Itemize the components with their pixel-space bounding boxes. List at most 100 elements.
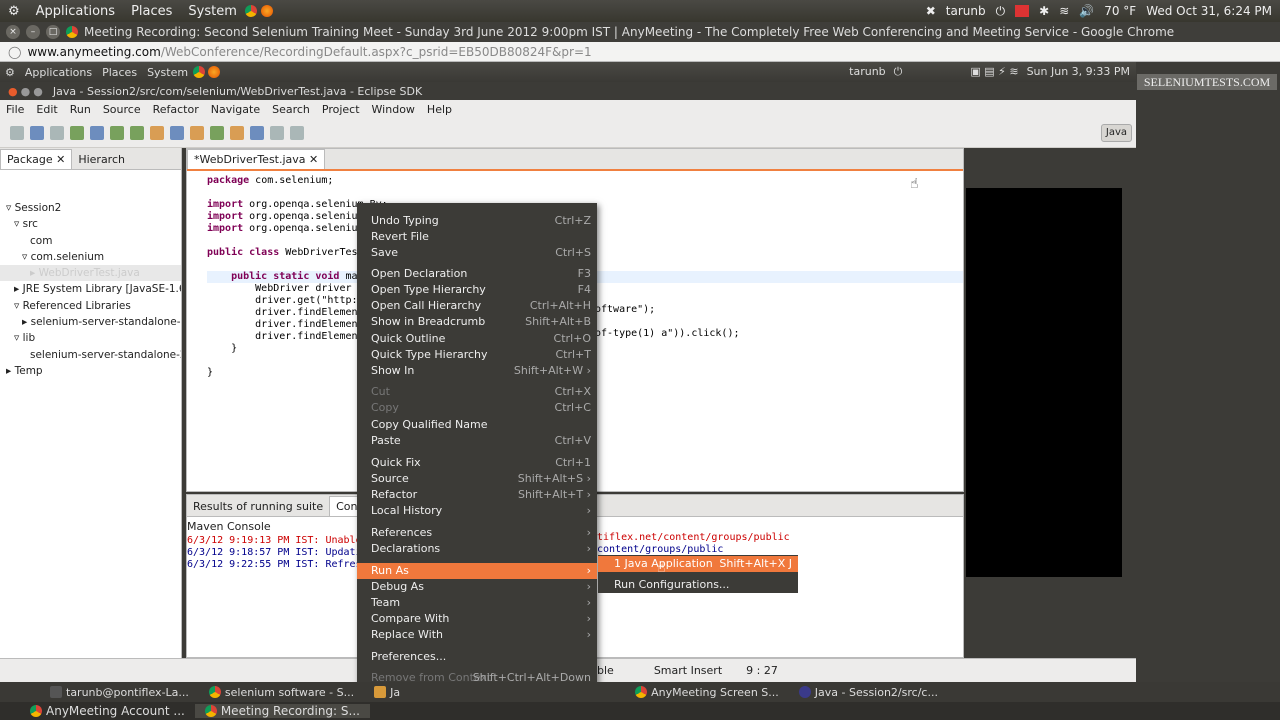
menu-system[interactable]: System: [180, 4, 244, 19]
task-label: selenium software - S...: [224, 685, 355, 699]
wifi-icon[interactable]: ≋: [1059, 4, 1069, 18]
menu-item-shortcut: ›: [586, 504, 591, 517]
menu-applications[interactable]: Applications: [28, 4, 123, 19]
hand-cursor-icon: ☝: [910, 176, 919, 192]
tree-item: selenium-server-standalone-2: [0, 347, 181, 363]
console-line-right: tiflex.net/content/groups/public: [597, 532, 790, 543]
code-text: }: [207, 343, 238, 354]
menu-item-shortcut: Ctrl+1: [555, 456, 591, 469]
editor-tab-label: *WebDriverTest.java: [194, 153, 306, 166]
menu-item[interactable]: Run Configurations...: [598, 577, 798, 593]
menu-item-label: Revert File: [371, 230, 429, 243]
inner-user-name: tarunb: [849, 65, 886, 78]
tree-item: ▿ lib: [14, 332, 36, 345]
menu-item[interactable]: Run As ›: [357, 563, 597, 579]
user-name[interactable]: tarunb: [946, 4, 986, 18]
user-icon: ✖: [925, 4, 936, 18]
menu-item-label: Replace With: [371, 628, 443, 641]
menu-item-label: Quick Outline: [371, 332, 446, 345]
weather[interactable]: 70 °F: [1104, 4, 1136, 18]
menu-item[interactable]: 1 Java Application Shift+Alt+X J: [598, 556, 798, 572]
menu-item[interactable]: Compare With ›: [357, 611, 597, 627]
eclipse-title: Java - Session2/src/com/selenium/WebDriv…: [52, 84, 423, 98]
task-anymeeting-account[interactable]: AnyMeeting Account ...: [20, 704, 195, 718]
code-keyword: import: [207, 223, 250, 234]
run-icon: [130, 125, 144, 140]
menu-item: Cut Ctrl+X: [357, 384, 597, 400]
task-label: AnyMeeting Account ...: [46, 704, 185, 718]
menu-item[interactable]: Preferences...: [357, 649, 597, 665]
terminal-icon: [50, 686, 62, 698]
eclipse-toolbar: Java: [0, 118, 1136, 148]
maximize-window-icon[interactable]: □: [46, 25, 60, 39]
menu-item-label: Refactor: [371, 488, 418, 501]
menu-item-label: Open Type Hierarchy: [371, 283, 486, 296]
menu-item[interactable]: Quick Fix Ctrl+1: [357, 455, 597, 471]
menu-item: Copy Ctrl+C: [357, 400, 597, 416]
chrome-launcher-icon[interactable]: [244, 5, 257, 17]
menu-item[interactable]: Revert File: [357, 229, 597, 245]
menu-item[interactable]: Quick Type Hierarchy Ctrl+T: [357, 347, 597, 363]
menu-item[interactable]: Source Shift+Alt+S ›: [357, 471, 597, 487]
menu-item[interactable]: Save Ctrl+S: [357, 245, 597, 261]
menu-item[interactable]: Show In Shift+Alt+W ›: [357, 363, 597, 379]
minimize-window-icon[interactable]: –: [26, 25, 40, 39]
close-window-icon[interactable]: ×: [6, 25, 20, 39]
tree-item: ▸ Temp: [6, 364, 43, 377]
url-host: www.anymeeting.com: [27, 44, 161, 59]
search-icon: [210, 125, 224, 140]
inner-tray-icon: ▣ ▤ ⚡ ≋: [970, 65, 1019, 78]
menu-item[interactable]: Paste Ctrl+V: [357, 433, 597, 449]
task-meeting-recording[interactable]: Meeting Recording: S...: [194, 704, 370, 718]
eclipse-title-bar: ● ● ● Java - Session2/src/com/selenium/W…: [0, 82, 1136, 100]
menu-item[interactable]: Copy Qualified Name: [357, 417, 597, 433]
editor-tab: *WebDriverTest.java ✕: [187, 149, 326, 169]
run-as-submenu: 1 Java Application Shift+Alt+X J Run Confi…: [598, 555, 798, 593]
menu-item[interactable]: References ›: [357, 525, 597, 541]
menu-item[interactable]: Declarations ›: [357, 541, 597, 557]
volume-icon[interactable]: 🔊: [1079, 4, 1094, 18]
menu-item-label: Declarations: [371, 542, 441, 555]
menu-item[interactable]: Team ›: [357, 595, 597, 611]
menu-item[interactable]: Replace With ›: [357, 627, 597, 643]
menu-item-label: Save: [371, 246, 399, 259]
chrome-icon: [30, 705, 42, 717]
back-icon: [270, 125, 284, 140]
menu-item[interactable]: Show in Breadcrumb Shift+Alt+B: [357, 314, 597, 330]
menu-item[interactable]: Debug As ›: [357, 579, 597, 595]
menu-item[interactable]: Undo Typing Ctrl+Z: [357, 213, 597, 229]
build-icon: [70, 125, 84, 140]
menu-item-shortcut: Ctrl+T: [555, 348, 591, 361]
bluetooth-icon[interactable]: ✱: [1039, 4, 1049, 18]
print-icon: [50, 125, 64, 140]
menu-item-label: Show In: [371, 364, 415, 377]
power-icon[interactable]: ⏻: [996, 4, 1006, 19]
tree-label: src: [22, 218, 38, 231]
tree-item: ▿ com.selenium: [22, 250, 105, 263]
menu-item-label: Run As: [371, 564, 409, 577]
chrome-icon: [208, 686, 221, 698]
menu-item-label: Preferences...: [371, 650, 447, 663]
menu-item-label: Team: [371, 596, 401, 609]
inner-task-eclipse: Java - Session2/src/c...: [789, 686, 948, 699]
firefox-launcher-icon[interactable]: [260, 5, 273, 17]
menu-item[interactable]: Open Declaration F3: [357, 266, 597, 282]
menu-item[interactable]: Open Type Hierarchy F4: [357, 282, 597, 298]
ubuntu-logo-icon[interactable]: ⚙: [0, 4, 28, 19]
menu-item[interactable]: Local History ›: [357, 503, 597, 519]
java-perspective-label: Java: [1105, 127, 1127, 138]
menu-item[interactable]: Quick Outline Ctrl+O: [357, 331, 597, 347]
menu-places[interactable]: Places: [123, 4, 180, 19]
menu-item-shortcut: ›: [586, 628, 591, 641]
tree-label: Session2: [14, 202, 62, 214]
menu-item[interactable]: Open Call Hierarchy Ctrl+Alt+H: [357, 298, 597, 314]
menu-item[interactable]: Refactor Shift+Alt+T ›: [357, 487, 597, 503]
address-bar[interactable]: ◯ www.anymeeting.com /WebConference/Reco…: [0, 42, 1280, 62]
menu-item-shortcut: Ctrl+O: [553, 332, 591, 345]
save-icon: [30, 125, 44, 140]
record-indicator-icon: [1015, 5, 1030, 17]
menu-window: Window: [371, 102, 415, 116]
clock[interactable]: Wed Oct 31, 6:24 PM: [1146, 4, 1272, 18]
external-tools-icon: [150, 125, 164, 140]
